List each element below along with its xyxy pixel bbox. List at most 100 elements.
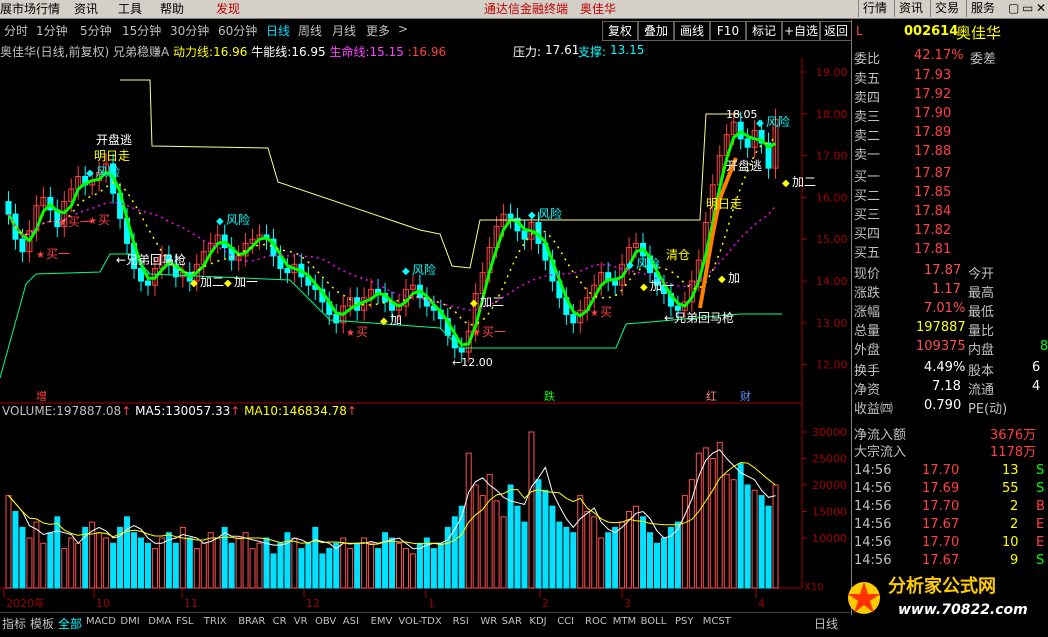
indicator-tab-指标[interactable]: 指标 (2, 615, 26, 632)
menu-quote-button[interactable]: 行情 (858, 0, 891, 17)
menu-news[interactable]: 资讯 (74, 1, 98, 17)
indicator-tab-cr[interactable]: CR (273, 616, 287, 627)
menu-service-button[interactable]: 服务 (966, 0, 999, 17)
niuneng-label: 牛能线: (251, 45, 292, 59)
stat-row: 涨幅 7.01% 最低 (852, 301, 1048, 320)
tick-row: 14:56 17.70 2 B (852, 499, 1048, 517)
back-button[interactable]: 返回 (820, 21, 852, 41)
indicator-tab-obv[interactable]: OBV (315, 616, 336, 627)
add-watchlist-button[interactable]: +自选 (782, 21, 820, 41)
indicator-tab-sar[interactable]: SAR (502, 616, 522, 627)
extra-value: :16.96 (407, 45, 447, 59)
menu-trade-button[interactable]: 交易 (930, 0, 963, 17)
kaipan-label: 开盘逃 (96, 132, 132, 147)
indicator-tab-macd[interactable]: MACD (86, 616, 116, 627)
fengxian-label: 风险 (538, 206, 562, 221)
menu-discover[interactable]: 发现 (216, 1, 240, 17)
menu-news-button[interactable]: 资讯 (894, 0, 927, 17)
indicator-tab-wr[interactable]: WR (480, 616, 497, 627)
period-weekly[interactable]: 周线 (298, 22, 322, 39)
stat-value: 17.87 (924, 263, 962, 278)
bid-row: 买三 17.84 (852, 204, 1048, 223)
draw-line-button[interactable]: 画线 (674, 21, 710, 41)
period-daily-tab[interactable]: 日线 (814, 615, 838, 632)
fengxian-diamond: ◆ (216, 216, 224, 227)
overlay-button[interactable]: 叠加 (638, 21, 674, 41)
volume-bar (389, 537, 396, 589)
candle-body (570, 313, 577, 324)
indicator-tab-mtm[interactable]: MTM (613, 616, 636, 627)
volume-bar (12, 511, 19, 589)
indicator-tab-cci[interactable]: CCI (557, 616, 574, 627)
indicator-tab-全部[interactable]: 全部 (58, 615, 82, 632)
f10-button[interactable]: F10 (710, 21, 746, 41)
stat2-label: 换手 (854, 364, 881, 379)
mingrizou-label: 明日走 (94, 149, 130, 163)
jia-diamond: ◆ (190, 278, 198, 289)
tick-time: 14:56 (854, 499, 892, 514)
bid-row: 买一 17.87 (852, 166, 1048, 185)
logo-url: www.70822.com (898, 602, 1028, 618)
indicator-tab-vol-tdx[interactable]: VOL-TDX (398, 616, 441, 627)
jia-diamond: ◆ (470, 298, 478, 309)
ask-label: 卖三 (854, 110, 881, 125)
die-marker: 跌 (544, 389, 555, 403)
indicator-tab-dma[interactable]: DMA (148, 616, 171, 627)
indicator-tab-kdj[interactable]: KDJ (529, 616, 546, 627)
tick-price: 17.69 (922, 481, 960, 496)
stat-right-label: 量比 (968, 324, 995, 339)
fuquan-button[interactable]: 复权 (602, 21, 638, 41)
jinliu-row: 净流入额 3676万 (852, 424, 1048, 443)
indicator-tab-rsi[interactable]: RSI (453, 616, 469, 627)
indicator-tab-roc[interactable]: ROC (585, 616, 607, 627)
indicator-tab-vr[interactable]: VR (294, 616, 308, 627)
indicator-tab-emv[interactable]: EMV (371, 616, 393, 627)
period-1min[interactable]: 1分钟 (36, 22, 68, 39)
indicator-tab-dmi[interactable]: DMI (120, 616, 139, 627)
period-fenshi[interactable]: 分时 (4, 22, 28, 39)
menu-tools[interactable]: 工具 (118, 1, 142, 17)
stat-right-label: 最高 (968, 286, 995, 301)
indicator-tab-psy[interactable]: PSY (675, 616, 694, 627)
chevron-right-icon[interactable]: > (398, 22, 408, 36)
stat-right-label: 今开 (968, 267, 995, 282)
period-15min[interactable]: 15分钟 (122, 22, 161, 39)
ask-row: 卖四 17.92 (852, 87, 1048, 106)
volume-bar (221, 526, 228, 589)
period-60min[interactable]: 60分钟 (218, 22, 257, 39)
period-5min[interactable]: 5分钟 (80, 22, 112, 39)
ma10-label: MA10: (244, 404, 283, 418)
zhicheng-value: 13.15 (610, 43, 645, 57)
period-daily[interactable]: 日线 (266, 22, 290, 39)
menu-market[interactable]: 展市场行情 (0, 1, 60, 17)
period-more[interactable]: 更多 (366, 22, 390, 39)
low-price-label: ←12.00 (452, 356, 493, 369)
ask-price: 17.90 (914, 106, 952, 121)
stat-label: 总量 (854, 324, 881, 339)
volume-bar (640, 516, 647, 589)
buy-star: ★ (590, 308, 599, 319)
indicator-tab-bar: 指标 模板 全部 MACD DMI DMA FSL TRIX BRAR CR VR OBV ASI EMV… (0, 612, 850, 635)
indicator-tab-trix[interactable]: TRIX (204, 616, 227, 627)
volume-value: 197887.08 (56, 404, 122, 418)
price-tick-label: 15.00 (816, 233, 848, 246)
volume-bar (542, 489, 549, 589)
tick-volume: 9 (1010, 553, 1019, 568)
jia-label: 加 (390, 313, 402, 327)
indicator-tab-mcst[interactable]: MCST (703, 616, 731, 627)
l2-badge: L (856, 24, 863, 38)
indicator-tab-fsl[interactable]: FSL (176, 616, 194, 627)
close-icon[interactable]: ✕ (1032, 0, 1048, 17)
indicator-tab-asi[interactable]: ASI (343, 616, 359, 627)
period-30min[interactable]: 30分钟 (170, 22, 209, 39)
indicator-tab-brar[interactable]: BRAR (238, 616, 265, 627)
indicator-tab-模板[interactable]: 模板 (30, 615, 54, 632)
tick-volume: 2 (1010, 517, 1019, 532)
tick-time: 14:56 (854, 481, 892, 496)
period-monthly[interactable]: 月线 (332, 22, 356, 39)
mark-button[interactable]: 标记 (746, 21, 782, 41)
indicator-tab-boll[interactable]: BOLL (641, 616, 667, 627)
kline-chart[interactable]: 19.00 18.00 17.00 16.00 15.00 14.00 13.00 12.00… (0, 58, 850, 612)
menu-help[interactable]: 帮助 (160, 1, 184, 17)
buy-label: 买 (600, 305, 612, 319)
